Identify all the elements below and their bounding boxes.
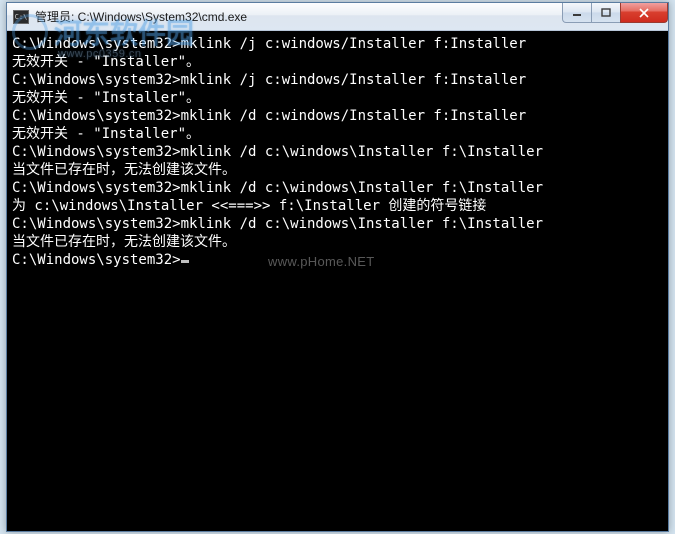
terminal-line: C:\Windows\system32>mklink /j c:windows/… — [12, 35, 663, 53]
titlebar[interactable]: C:\ 管理员: C:\Windows\System32\cmd.exe — [7, 3, 668, 31]
cursor — [181, 260, 189, 263]
terminal-line: 为 c:\windows\Installer <<===>> f:\Instal… — [12, 197, 663, 215]
terminal-output[interactable]: C:\Windows\system32>mklink /j c:windows/… — [8, 31, 667, 530]
terminal-line: C:\Windows\system32>mklink /d c:\windows… — [12, 179, 663, 197]
terminal-line: C:\Windows\system32>mklink /d c:windows/… — [12, 107, 663, 125]
terminal-line: C:\Windows\system32>mklink /d c:\windows… — [12, 215, 663, 233]
cmd-window: C:\ 管理员: C:\Windows\System32\cmd.exe C:\… — [6, 2, 669, 532]
terminal-line: 无效开关 - "Installer"。 — [12, 125, 663, 143]
terminal-line: C:\Windows\system32> — [12, 251, 663, 269]
cmd-icon: C:\ — [13, 10, 29, 24]
terminal-line: C:\Windows\system32>mklink /d c:\windows… — [12, 143, 663, 161]
window-controls — [563, 3, 668, 23]
maximize-button[interactable] — [591, 3, 621, 23]
minimize-button[interactable] — [562, 3, 592, 23]
minimize-icon — [572, 8, 582, 18]
terminal-line: C:\Windows\system32>mklink /j c:windows/… — [12, 71, 663, 89]
terminal-line: 无效开关 - "Installer"。 — [12, 53, 663, 71]
maximize-icon — [601, 8, 611, 18]
terminal-line: 当文件已存在时，无法创建该文件。 — [12, 233, 663, 251]
terminal-line: 当文件已存在时，无法创建该文件。 — [12, 161, 663, 179]
close-button[interactable] — [620, 3, 668, 23]
terminal-line: 无效开关 - "Installer"。 — [12, 89, 663, 107]
close-icon — [638, 8, 650, 18]
